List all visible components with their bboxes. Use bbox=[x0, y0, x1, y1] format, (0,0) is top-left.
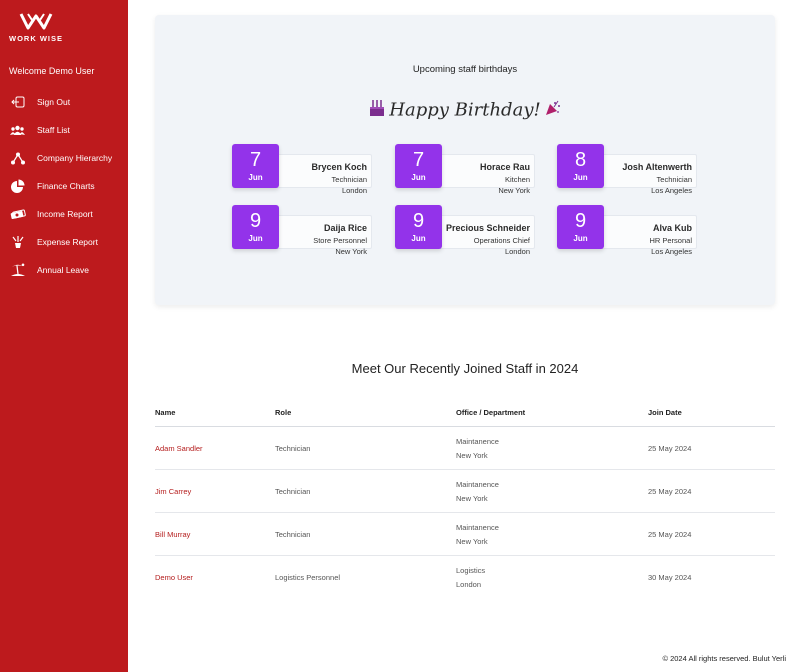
sidebar-item-label: Finance Charts bbox=[37, 181, 95, 191]
birthday-month: Jun bbox=[248, 173, 263, 182]
sidebar: WORK WISE Welcome Demo User Sign Out Sta… bbox=[0, 0, 128, 672]
happy-birthday-banner: Happy Birthday! bbox=[155, 99, 775, 122]
hierarchy-icon bbox=[9, 151, 26, 165]
birthday-date-badge: 7 Jun bbox=[395, 144, 442, 188]
beach-icon bbox=[9, 263, 26, 277]
birthday-date-badge: 8 Jun bbox=[557, 144, 604, 188]
staff-department: Maintanence bbox=[456, 523, 499, 532]
sidebar-item-annual-leave[interactable]: Annual Leave bbox=[0, 256, 128, 284]
birthday-day: 7 bbox=[249, 149, 262, 171]
sidebar-item-sign-out[interactable]: Sign Out bbox=[0, 88, 128, 116]
footer-copyright: © 2024 All rights reserved. Bulut Yerli bbox=[662, 654, 786, 663]
birthday-section-title: Upcoming staff birthdays bbox=[412, 64, 518, 75]
staff-role: Technician bbox=[275, 444, 311, 453]
table-row: Jim Carrey Technician Maintanence New Yo… bbox=[155, 470, 775, 513]
welcome-text: Welcome Demo User bbox=[9, 66, 95, 76]
staff-name-link[interactable]: Demo User bbox=[155, 573, 193, 582]
staff-name-link[interactable]: Jim Carrey bbox=[155, 487, 191, 496]
happy-birthday-text: Happy Birthday! bbox=[389, 99, 541, 121]
staff-join-date: 25 May 2024 bbox=[648, 444, 692, 453]
expense-icon bbox=[9, 235, 26, 249]
sidebar-item-label: Income Report bbox=[37, 209, 93, 219]
column-header-office: Office / Department bbox=[456, 408, 526, 417]
birthday-date-badge: 9 Jun bbox=[232, 205, 279, 249]
recently-joined-table: Name Role Office / Department Join Date … bbox=[155, 403, 775, 599]
sidebar-item-finance-charts[interactable]: Finance Charts bbox=[0, 172, 128, 200]
birthday-day: 8 bbox=[574, 149, 587, 171]
sidebar-item-income-report[interactable]: Income Report bbox=[0, 200, 128, 228]
users-icon bbox=[9, 123, 26, 137]
sidebar-item-company-hierarchy[interactable]: Company Hierarchy bbox=[0, 144, 128, 172]
birthday-card: Upcoming staff birthdays Happy Birthday!… bbox=[155, 15, 775, 305]
birthday-month: Jun bbox=[411, 173, 426, 182]
birthday-item: Brycen Koch Technician London 7 Jun bbox=[232, 144, 372, 195]
sidebar-nav: Sign Out Staff List Company Hierarchy Fi… bbox=[0, 88, 128, 284]
staff-join-date: 25 May 2024 bbox=[648, 487, 692, 496]
logo[interactable]: WORK WISE bbox=[0, 10, 72, 43]
sidebar-item-expense-report[interactable]: Expense Report bbox=[0, 228, 128, 256]
birthday-cake-icon bbox=[369, 99, 385, 122]
birthday-date-badge: 9 Jun bbox=[557, 205, 604, 249]
staff-department: Maintanence bbox=[456, 437, 499, 446]
staff-department: Maintanence bbox=[456, 480, 499, 489]
staff-office: New York bbox=[456, 537, 488, 546]
birthday-day: 9 bbox=[412, 210, 425, 232]
staff-role: Technician bbox=[275, 530, 311, 539]
birthday-month: Jun bbox=[573, 234, 588, 243]
staff-name-link[interactable]: Bill Murray bbox=[155, 530, 190, 539]
column-header-join-date: Join Date bbox=[648, 408, 682, 417]
birthday-month: Jun bbox=[411, 234, 426, 243]
staff-office: London bbox=[456, 580, 482, 589]
birthday-day: 7 bbox=[412, 149, 425, 171]
sidebar-item-staff-list[interactable]: Staff List bbox=[0, 116, 128, 144]
sidebar-item-label: Company Hierarchy bbox=[37, 153, 113, 163]
birthday-date-badge: 9 Jun bbox=[395, 205, 442, 249]
sidebar-item-label: Annual Leave bbox=[37, 265, 89, 275]
birthday-item: Daija Rice Store Personnel New York 9 Ju… bbox=[232, 205, 372, 256]
staff-role: Technician bbox=[275, 487, 311, 496]
table-row: Bill Murray Technician Maintanence New Y… bbox=[155, 513, 775, 556]
sidebar-item-label: Expense Report bbox=[37, 237, 98, 247]
birthday-month: Jun bbox=[248, 234, 263, 243]
staff-join-date: 25 May 2024 bbox=[648, 530, 692, 539]
party-popper-icon bbox=[545, 100, 561, 121]
table-header: Name Role Office / Department Join Date bbox=[155, 403, 775, 427]
staff-office: New York bbox=[456, 494, 488, 503]
table-row: Adam Sandler Technician Maintanence New … bbox=[155, 427, 775, 470]
recently-joined-title: Meet Our Recently Joined Staff in 2024 bbox=[351, 361, 579, 376]
sidebar-item-label: Staff List bbox=[37, 125, 70, 135]
birthday-month: Jun bbox=[573, 173, 588, 182]
column-header-name: Name bbox=[155, 408, 176, 417]
birthday-item: Horace Rau Kitchen New York 7 Jun bbox=[395, 144, 535, 195]
sign-out-icon bbox=[9, 95, 26, 109]
birthday-item: Alva Kub HR Personal Los Angeles 9 Jun bbox=[557, 205, 697, 256]
work-wise-logo-icon bbox=[19, 13, 53, 30]
sidebar-item-label: Sign Out bbox=[37, 97, 71, 107]
birthday-date-badge: 7 Jun bbox=[232, 144, 279, 188]
money-icon bbox=[9, 207, 26, 221]
staff-join-date: 30 May 2024 bbox=[648, 573, 692, 582]
birthday-day: 9 bbox=[574, 210, 587, 232]
table-row: Demo User Logistics Personnel Logistics … bbox=[155, 556, 775, 599]
staff-role: Logistics Personnel bbox=[275, 573, 341, 582]
brand-name: WORK WISE bbox=[9, 34, 63, 43]
birthday-item: Precious Schneider Operations Chief Lond… bbox=[395, 205, 535, 256]
staff-name-link[interactable]: Adam Sandler bbox=[155, 444, 203, 453]
column-header-role: Role bbox=[275, 408, 292, 417]
staff-office: New York bbox=[456, 451, 488, 460]
birthday-item: Josh Altenwerth Technician Los Angeles 8… bbox=[557, 144, 697, 195]
birthday-day: 9 bbox=[249, 210, 262, 232]
pie-chart-icon bbox=[9, 179, 26, 193]
staff-department: Logistics bbox=[456, 566, 486, 575]
